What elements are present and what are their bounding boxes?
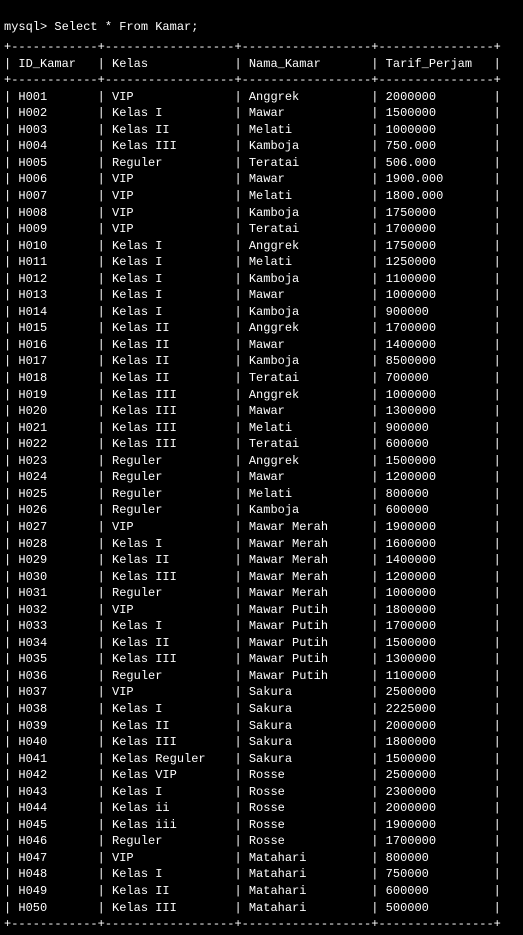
table-output: +------------+------------------+-------…: [0, 37, 523, 935]
terminal-window: mysql> Select * From Kamar;: [0, 0, 523, 37]
prompt-line: mysql> Select * From Kamar;: [4, 20, 198, 34]
